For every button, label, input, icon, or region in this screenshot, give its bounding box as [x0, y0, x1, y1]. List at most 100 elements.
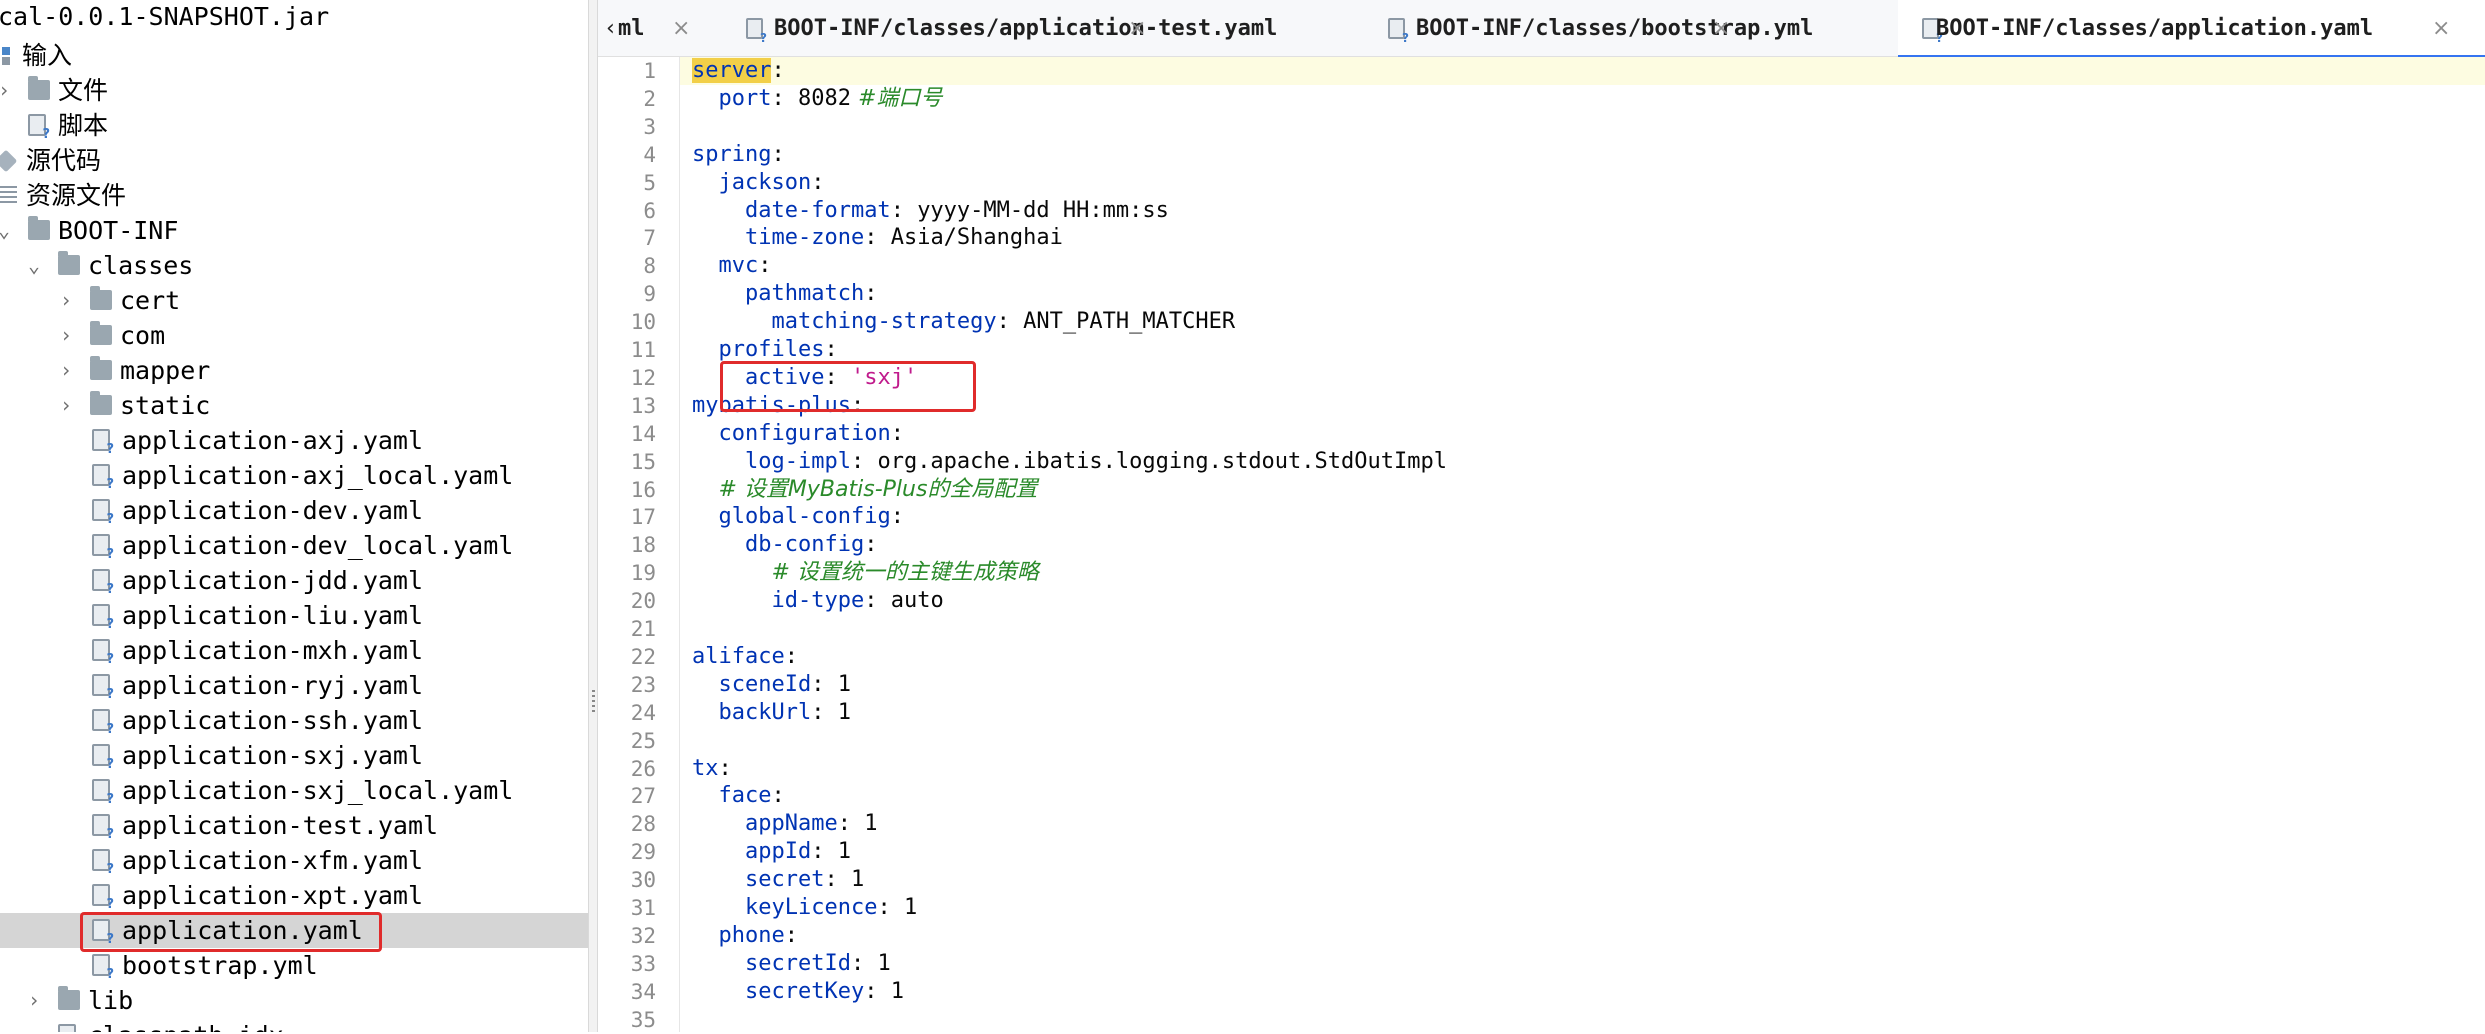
code-line[interactable]: active: 'sxj' — [680, 364, 2485, 392]
close-icon[interactable]: × — [1712, 0, 1730, 57]
code-line[interactable]: spring: — [680, 141, 2485, 169]
tree-item[interactable]: application-ssh.yaml — [0, 703, 588, 738]
tree-item[interactable]: 输入 — [0, 38, 588, 73]
tree-item[interactable]: application-test.yaml — [0, 808, 588, 843]
splitter-grip-icon[interactable] — [592, 690, 595, 714]
code-line[interactable]: date-format: yyyy-MM-dd HH:mm:ss — [680, 197, 2485, 225]
tree-item[interactable]: application-sxj_local.yaml — [0, 773, 588, 808]
close-icon[interactable]: × — [1128, 0, 1146, 57]
tree-item[interactable]: application-sxj.yaml — [0, 738, 588, 773]
tree-item[interactable]: bootstrap.yml — [0, 948, 588, 983]
tree-item[interactable]: › lib — [0, 983, 588, 1018]
tree-item[interactable]: application-dev_local.yaml — [0, 528, 588, 563]
tab-application-test-yaml[interactable]: BOOT-INF/classes/application-test.yaml × — [746, 0, 1277, 57]
chevron-right-icon[interactable]: › — [0, 73, 14, 108]
yaml-value: 1 — [837, 699, 851, 725]
code-line[interactable]: server: — [680, 57, 2485, 85]
tree-item[interactable]: application-xfm.yaml — [0, 843, 588, 878]
tree-item[interactable]: application-mxh.yaml — [0, 633, 588, 668]
code-editor[interactable]: server: port: 8082 #端口号 spring: jackson: … — [680, 57, 2485, 1032]
tree-item[interactable]: 资源文件 — [0, 178, 588, 213]
code-line[interactable]: matching-strategy: ANT_PATH_MATCHER — [680, 308, 2485, 336]
tree-item[interactable]: › com — [0, 318, 588, 353]
code-line[interactable]: appId: 1 — [680, 838, 2485, 866]
tree-item[interactable]: 脚本 — [0, 108, 588, 143]
chevron-right-icon[interactable]: › — [56, 318, 76, 353]
code-line[interactable]: appName: 1 — [680, 810, 2485, 838]
code-line[interactable] — [680, 1006, 2485, 1032]
tree-item[interactable]: application-dev.yaml — [0, 493, 588, 528]
code-line[interactable]: keyLicence: 1 — [680, 894, 2485, 922]
tree-item[interactable]: application-axj.yaml — [0, 423, 588, 458]
tab-application-yaml[interactable]: BOOT-INF/classes/application.yaml × — [1898, 0, 2485, 58]
yaml-key: face — [718, 783, 772, 809]
code-line[interactable] — [680, 113, 2485, 141]
code-line[interactable]: jackson: — [680, 169, 2485, 197]
package-icon — [0, 149, 18, 173]
yaml-key: appName — [744, 811, 838, 837]
tab-bootstrap-yml[interactable]: BOOT-INF/classes/bootstrap.yml × — [1388, 0, 1813, 57]
yaml-file-icon — [92, 954, 114, 982]
chevron-down-icon[interactable]: ⌄ — [24, 248, 44, 283]
tree-item[interactable]: cal-0.0.1-SNAPSHOT.jar — [0, 0, 588, 34]
line-number: 6 — [643, 198, 656, 223]
chevron-right-icon[interactable]: › — [56, 388, 76, 423]
code-line[interactable]: face: — [680, 782, 2485, 810]
code-line[interactable]: port: 8082 #端口号 — [680, 85, 2485, 113]
code-line[interactable] — [680, 727, 2485, 755]
close-icon[interactable]: × — [672, 0, 690, 57]
code-line[interactable]: # 设置统一的主键生成策略 — [680, 559, 2485, 587]
line-number: 13 — [630, 393, 656, 418]
yaml-key: mvc — [718, 253, 759, 279]
tree-item[interactable]: application-axj_local.yaml — [0, 458, 588, 493]
tab-scroll-left-icon[interactable]: ‹ — [604, 0, 617, 57]
code-line[interactable]: time-zone: Asia/Shanghai — [680, 224, 2485, 252]
code-line[interactable]: log-impl: org.apache.ibatis.logging.stdo… — [680, 448, 2485, 476]
tree-item[interactable]: › cert — [0, 283, 588, 318]
tree-item-label: classpath.idx — [88, 1018, 284, 1032]
yaml-comment: # 设置统一的主键生成策略 — [771, 560, 1039, 586]
tab-label: BOOT-INF/classes/application-test.yaml — [774, 16, 1278, 41]
tree-item[interactable]: application-ryj.yaml — [0, 668, 588, 703]
chevron-down-icon[interactable]: ⌄ — [0, 213, 14, 248]
chevron-right-icon[interactable]: › — [56, 283, 76, 318]
code-line[interactable]: # 设置MyBatis-Plus的全局配置 — [680, 476, 2485, 504]
tree-item[interactable]: ⌄ classes — [0, 248, 588, 283]
tree-item[interactable]: › 文件 — [0, 73, 588, 108]
tree-item-label: lib — [88, 986, 134, 1015]
tree-item[interactable]: application-liu.yaml — [0, 598, 588, 633]
code-line[interactable]: mybatis-plus: — [680, 392, 2485, 420]
tree-item[interactable]: › static — [0, 388, 588, 423]
code-line[interactable]: global-config: — [680, 503, 2485, 531]
tree-item[interactable]: › mapper — [0, 353, 588, 388]
code-line[interactable]: db-config: — [680, 531, 2485, 559]
yaml-value: 1 — [903, 895, 918, 920]
code-line[interactable] — [680, 615, 2485, 643]
code-line[interactable]: profiles: — [680, 336, 2485, 364]
code-line[interactable]: configuration: — [680, 420, 2485, 448]
code-line[interactable]: mvc: — [680, 252, 2485, 280]
chevron-right-icon[interactable]: › — [24, 983, 44, 1018]
code-line[interactable]: pathmatch: — [680, 280, 2485, 308]
code-line[interactable]: secretKey: 1 — [680, 978, 2485, 1006]
yaml-key: port — [718, 85, 772, 111]
tree-item[interactable]: application.yaml — [0, 913, 588, 948]
code-line[interactable]: aliface: — [680, 643, 2485, 671]
code-line[interactable]: sceneId: 1 — [680, 671, 2485, 699]
chevron-right-icon[interactable]: › — [56, 353, 76, 388]
code-line[interactable]: phone: — [680, 922, 2485, 950]
tree-item-label: cert — [120, 286, 181, 315]
code-line[interactable]: id-type: auto — [680, 587, 2485, 615]
yaml-key: time-zone — [744, 225, 865, 251]
code-line[interactable]: secretId: 1 — [680, 950, 2485, 978]
panel-splitter[interactable] — [588, 0, 598, 1032]
code-line[interactable]: backUrl: 1 — [680, 699, 2485, 727]
tree-item[interactable]: ⌄ BOOT-INF — [0, 213, 588, 248]
close-icon[interactable]: × — [2432, 0, 2450, 57]
code-line[interactable]: tx: — [680, 755, 2485, 783]
tree-item[interactable]: 源代码 — [0, 143, 588, 178]
tree-item[interactable]: classpath.idx — [0, 1018, 588, 1032]
code-line[interactable]: secret: 1 — [680, 866, 2485, 894]
tree-item[interactable]: application-xpt.yaml — [0, 878, 588, 913]
tree-item[interactable]: application-jdd.yaml — [0, 563, 588, 598]
